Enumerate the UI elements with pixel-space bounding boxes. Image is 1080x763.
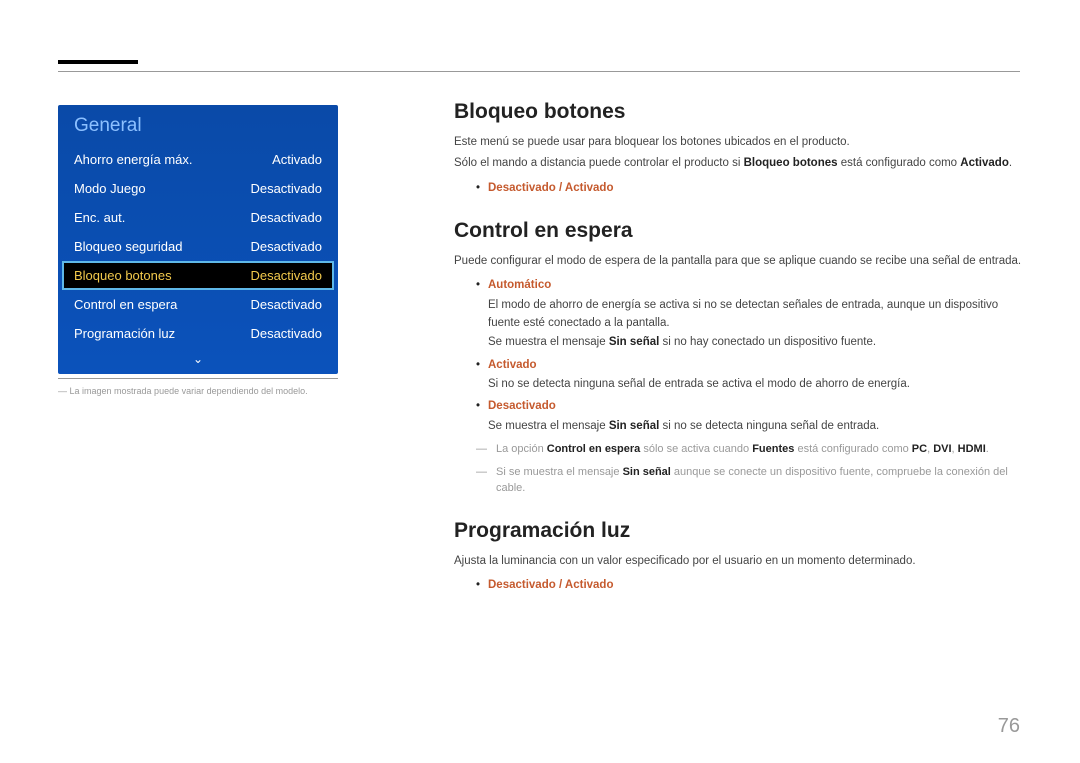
- menu-value: Desactivado: [250, 326, 322, 341]
- option-automatico: Automático El modo de ahorro de energía …: [476, 276, 1024, 352]
- section-desc: Ajusta la luminancia con un valor especi…: [454, 553, 1024, 570]
- menu-value: Desactivado: [250, 210, 322, 225]
- scroll-down-icon[interactable]: ⌄: [58, 348, 338, 368]
- menu-label: Bloqueo botones: [74, 268, 172, 283]
- menu-label: Bloqueo seguridad: [74, 239, 182, 254]
- menu-row-bloqueo-seguridad[interactable]: Bloqueo seguridad Desactivado: [58, 232, 338, 261]
- menu-row-enc-aut[interactable]: Enc. aut. Desactivado: [58, 203, 338, 232]
- section-title: Bloqueo botones: [454, 100, 1024, 124]
- menu-label: Enc. aut.: [74, 210, 125, 225]
- section-programacion-luz: Programación luz Ajusta la luminancia co…: [454, 519, 1024, 595]
- section-desc-2: Sólo el mando a distancia puede controla…: [454, 155, 1024, 172]
- option-list-item: Desactivado / Activado: [476, 576, 1024, 594]
- header-rule: [58, 60, 1020, 72]
- header-rule-thick: [58, 60, 138, 64]
- menu-row-juego[interactable]: Modo Juego Desactivado: [58, 174, 338, 203]
- note-cable: Si se muestra el mensaje Sin señal aunqu…: [476, 464, 1024, 497]
- image-disclaimer: La imagen mostrada puede variar dependie…: [58, 386, 338, 396]
- menu-label: Modo Juego: [74, 181, 146, 196]
- section-control-espera: Control en espera Puede configurar el mo…: [454, 219, 1024, 497]
- menu-value: Desactivado: [250, 268, 322, 283]
- menu-value: Activado: [272, 152, 322, 167]
- content-area: Bloqueo botones Este menú se puede usar …: [454, 100, 1024, 598]
- section-bloqueo-botones: Bloqueo botones Este menú se puede usar …: [454, 100, 1024, 197]
- page-number: 76: [998, 715, 1020, 738]
- menu-label: Control en espera: [74, 297, 177, 312]
- menu-row-control-espera[interactable]: Control en espera Desactivado: [58, 290, 338, 319]
- menu-row-programacion-luz[interactable]: Programación luz Desactivado: [58, 319, 338, 348]
- section-title: Control en espera: [454, 219, 1024, 243]
- section-title: Programación luz: [454, 519, 1024, 543]
- note-sources: La opción Control en espera sólo se acti…: [476, 441, 1024, 458]
- menu-label: Programación luz: [74, 326, 175, 341]
- section-desc: Este menú se puede usar para bloquear lo…: [454, 134, 1024, 151]
- option-list-item: Desactivado / Activado: [476, 179, 1024, 197]
- menu-value: Desactivado: [250, 181, 322, 196]
- menu-label: Ahorro energía máx.: [74, 152, 193, 167]
- menu-title: General: [58, 105, 338, 145]
- menu-row-ahorro[interactable]: Ahorro energía máx. Activado: [58, 145, 338, 174]
- option-activado: Activado Si no se detecta ninguna señal …: [476, 356, 1024, 394]
- option-desactivado: Desactivado Se muestra el mensaje Sin se…: [476, 397, 1024, 435]
- menu-value: Desactivado: [250, 297, 322, 312]
- footnote-rule: [58, 378, 338, 379]
- section-desc: Puede configurar el modo de espera de la…: [454, 253, 1024, 270]
- menu-value: Desactivado: [250, 239, 322, 254]
- menu-row-bloqueo-botones[interactable]: Bloqueo botones Desactivado: [62, 261, 334, 290]
- osd-menu-panel: General Ahorro energía máx. Activado Mod…: [58, 105, 338, 374]
